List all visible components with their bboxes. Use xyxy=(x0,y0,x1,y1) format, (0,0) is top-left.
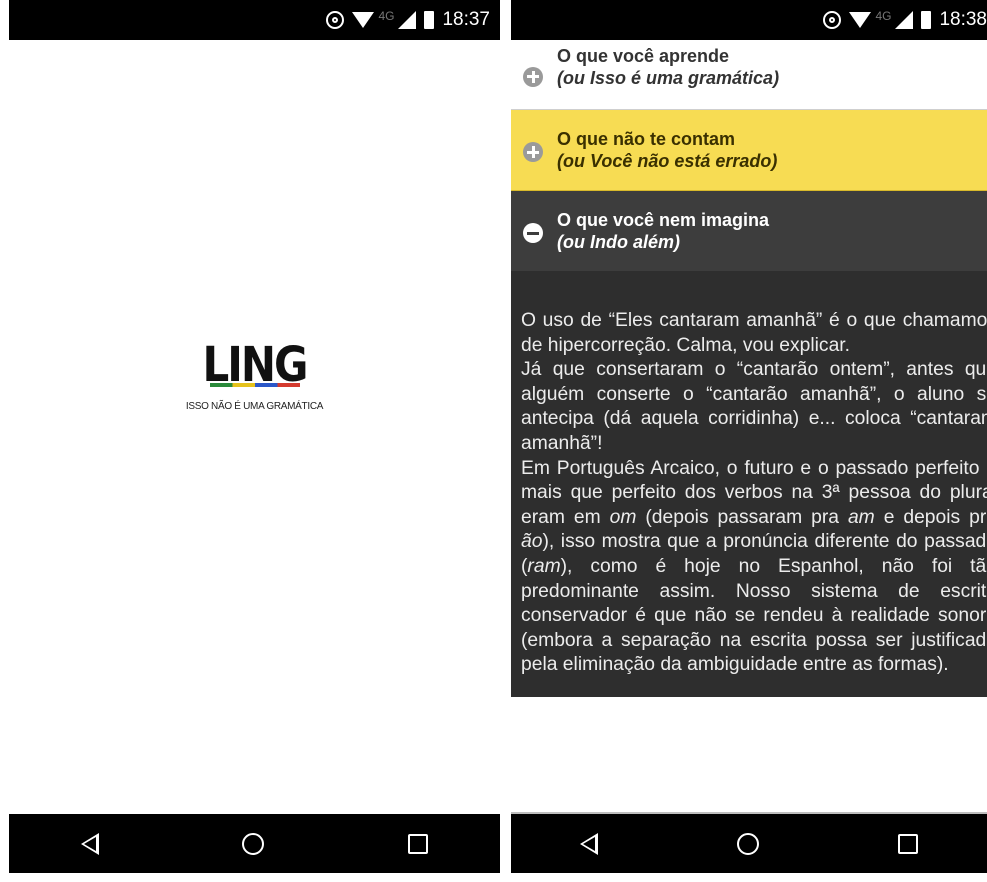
body-paragraph: Já que consertaram o “cantarão ontem”, a… xyxy=(521,359,987,454)
section-title: O que você aprende xyxy=(557,45,730,66)
recent-apps-icon[interactable] xyxy=(408,833,429,854)
body-paragraph: O uso de “Eles cantaram amanhã” é o que … xyxy=(521,310,987,356)
recent-apps-icon[interactable] xyxy=(897,833,918,854)
accordion: O que você aprende (ou Isso é uma gramát… xyxy=(511,40,987,697)
expand-plus-icon xyxy=(523,142,543,162)
section-body: O uso de “Eles cantaram amanhã” é o que … xyxy=(511,271,987,697)
body-text: (depois passaram pra xyxy=(636,506,848,528)
content-screen: 4G 18:38 O que você aprende (ou Isso é u… xyxy=(511,0,987,873)
body-paragraph: Em Português Arcaico, o futuro e o passa… xyxy=(521,457,987,678)
body-text: ), como é hoje no Espanhol, não foi tão … xyxy=(521,555,987,676)
signal-icon xyxy=(398,11,417,29)
accordion-header-nao-te-contam[interactable]: O que não te contam (ou Você não está er… xyxy=(511,110,987,191)
app-logo: LING ISSO NÃO É UMA GRAMÁTICA xyxy=(9,336,500,412)
location-icon xyxy=(326,11,345,29)
battery-icon xyxy=(424,11,435,29)
section-subtitle: (ou Indo além) xyxy=(557,232,680,252)
accordion-header-nem-imagina[interactable]: O que você nem imagina (ou Indo além) xyxy=(511,191,987,271)
network-type: 4G xyxy=(875,9,892,23)
home-icon[interactable] xyxy=(736,832,759,855)
status-bar: 4G 18:38 xyxy=(511,0,987,40)
back-icon[interactable] xyxy=(80,832,99,855)
section-title: O que não te contam xyxy=(557,129,736,149)
home-icon[interactable] xyxy=(242,832,265,855)
section-title: O que você nem imagina xyxy=(557,210,770,230)
navigation-bar xyxy=(511,814,987,873)
status-bar: 4G 18:37 xyxy=(9,0,500,40)
signal-icon xyxy=(895,11,914,29)
app-tagline: ISSO NÃO É UMA GRAMÁTICA xyxy=(185,401,324,412)
splash-screen: 4G 18:37 LING ISSO NÃO É UMA GRAMÁTICA xyxy=(9,0,500,873)
section-subtitle: (ou Você não está errado) xyxy=(557,151,778,171)
logo-wordmark: LING xyxy=(202,336,308,393)
body-emphasis: ão xyxy=(521,531,543,553)
section-subtitle: (ou Isso é uma gramática) xyxy=(557,67,780,88)
wifi-icon xyxy=(352,12,375,28)
collapse-minus-icon xyxy=(523,223,543,243)
network-type: 4G xyxy=(378,9,395,23)
battery-icon xyxy=(921,11,932,29)
wifi-icon xyxy=(849,12,872,28)
accordion-header-aprende[interactable]: O que você aprende (ou Isso é uma gramát… xyxy=(511,40,987,110)
expand-plus-icon xyxy=(523,66,543,87)
body-emphasis: om xyxy=(609,506,637,528)
status-time: 18:37 xyxy=(442,9,490,30)
body-text: e depois pra xyxy=(874,506,987,528)
back-icon[interactable] xyxy=(580,832,599,855)
body-emphasis: ram xyxy=(527,555,561,577)
location-icon xyxy=(823,11,842,29)
navigation-bar xyxy=(9,814,500,873)
body-emphasis: am xyxy=(847,506,875,528)
status-time: 18:38 xyxy=(939,9,987,30)
